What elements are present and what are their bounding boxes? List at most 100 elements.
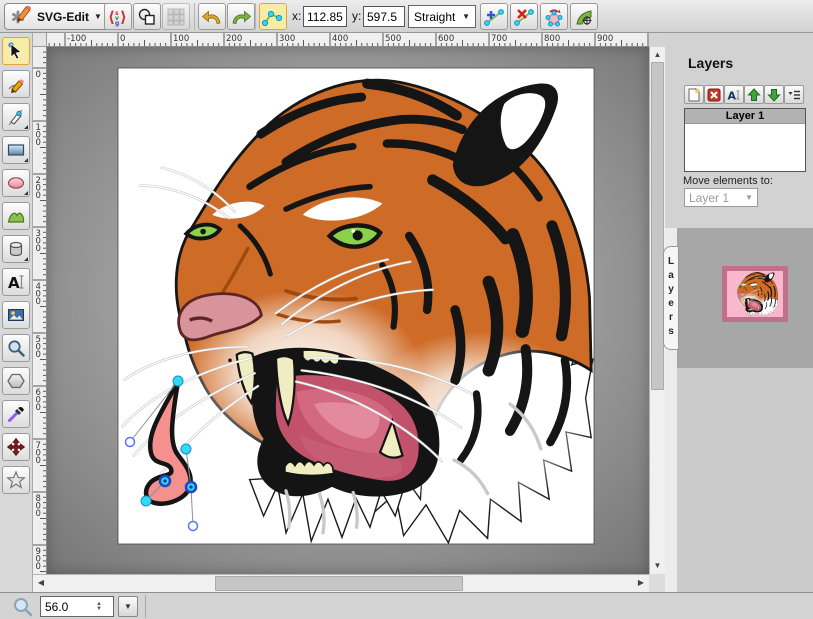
segment-type-select[interactable]: Straight ▼ bbox=[408, 5, 476, 28]
svg-text:700: 700 bbox=[491, 34, 507, 44]
star-tool-button[interactable] bbox=[2, 466, 30, 494]
svg-text:900: 900 bbox=[597, 34, 613, 44]
svg-text:0: 0 bbox=[36, 403, 41, 413]
zoom-presets-button[interactable]: ▼ bbox=[118, 596, 138, 617]
scroll-down-icon[interactable]: ▼ bbox=[650, 558, 665, 574]
bottom-bar-separator bbox=[145, 595, 146, 618]
zoom-icon bbox=[12, 596, 34, 619]
layer-options-button[interactable] bbox=[784, 85, 804, 104]
delete-layer-button[interactable] bbox=[704, 85, 724, 104]
move-layer-down-button[interactable] bbox=[764, 85, 784, 104]
grid-button[interactable] bbox=[162, 3, 190, 30]
shape-library-button[interactable] bbox=[2, 235, 30, 263]
zoom-tool-button[interactable] bbox=[2, 334, 30, 362]
undo-button[interactable] bbox=[198, 3, 226, 30]
image-tool-button[interactable] bbox=[2, 301, 30, 329]
scrollbar-corner bbox=[649, 574, 665, 592]
svg-text:0: 0 bbox=[36, 456, 41, 466]
horizontal-scroll-thumb[interactable] bbox=[215, 576, 463, 591]
layers-panel-title: Layers bbox=[688, 55, 733, 71]
ruler-corner bbox=[33, 33, 47, 47]
svg-text:⟩: ⟩ bbox=[120, 8, 127, 26]
canvas-area: -10001002003004005006007008009001000 010… bbox=[33, 33, 665, 592]
eyedropper-tool-button[interactable] bbox=[2, 400, 30, 428]
svg-text:0: 0 bbox=[36, 244, 41, 254]
svg-text:0: 0 bbox=[36, 138, 41, 148]
edit-node-tool-button[interactable] bbox=[259, 3, 287, 30]
bottom-bar: ▲▼ ▼ bbox=[0, 592, 813, 619]
rename-layer-button[interactable]: A bbox=[724, 85, 744, 104]
rectangle-tool-button[interactable] bbox=[2, 136, 30, 164]
document-thumbnail-image bbox=[727, 271, 783, 317]
segment-type-value: Straight bbox=[414, 10, 455, 24]
line-tool-button[interactable] bbox=[2, 103, 30, 131]
move-elements-label: Move elements to: bbox=[683, 175, 773, 187]
svg-text:100: 100 bbox=[173, 34, 189, 44]
svg-text:0: 0 bbox=[120, 34, 125, 44]
panel-lower-area bbox=[677, 368, 813, 592]
document-thumbnail[interactable] bbox=[722, 266, 788, 322]
add-node-button[interactable] bbox=[480, 3, 508, 30]
svg-text:0: 0 bbox=[36, 509, 41, 519]
svg-text:600: 600 bbox=[438, 34, 454, 44]
top-toolbar: SVG-Edit ▼ ⟨ s v g ⟩ bbox=[0, 0, 813, 33]
svg-text:g: g bbox=[115, 20, 119, 27]
x-coordinate-label: x: bbox=[292, 9, 301, 23]
select-caret-icon: ▼ bbox=[462, 12, 470, 21]
y-coordinate-input[interactable] bbox=[363, 6, 405, 27]
svg-text:500: 500 bbox=[385, 34, 401, 44]
zoom-spinner-icon[interactable]: ▲▼ bbox=[91, 602, 107, 612]
select-tool-button[interactable] bbox=[2, 37, 30, 65]
svg-text:A: A bbox=[728, 89, 737, 102]
layers-side-tab[interactable]: Layers bbox=[663, 246, 679, 350]
menu-caret-icon: ▼ bbox=[94, 12, 102, 21]
scroll-right-icon[interactable]: ▶ bbox=[633, 575, 649, 592]
svg-text:400: 400 bbox=[332, 34, 348, 44]
layers-side-tab-label: Layers bbox=[666, 256, 677, 340]
layer-row-selected[interactable]: Layer 1 bbox=[685, 109, 805, 124]
left-toolbar: A bbox=[0, 33, 33, 592]
svg-text:200: 200 bbox=[226, 34, 242, 44]
layer-list[interactable]: Layer 1 bbox=[684, 108, 806, 172]
svg-text:0: 0 bbox=[36, 562, 41, 572]
close-path-button[interactable] bbox=[540, 3, 568, 30]
ellipse-tool-button[interactable] bbox=[2, 169, 30, 197]
x-coordinate-input[interactable] bbox=[303, 6, 347, 27]
new-layer-button[interactable] bbox=[684, 85, 704, 104]
path-tool-button[interactable] bbox=[2, 202, 30, 230]
svg-text:-100: -100 bbox=[67, 34, 86, 44]
horizontal-ruler: -10001002003004005006007008009001000 bbox=[47, 33, 649, 47]
svg-text:A: A bbox=[8, 274, 20, 292]
redo-button[interactable] bbox=[227, 3, 255, 30]
shapes-button[interactable] bbox=[133, 3, 161, 30]
scroll-left-icon[interactable]: ◀ bbox=[33, 575, 49, 592]
y-coordinate-label: y: bbox=[352, 9, 361, 23]
svg-edit-app: SVG-Edit ▼ ⟨ s v g ⟩ bbox=[0, 0, 813, 619]
select-caret-icon: ▼ bbox=[745, 193, 753, 202]
svg-text:0: 0 bbox=[36, 297, 41, 307]
move-elements-value: Layer 1 bbox=[689, 191, 729, 205]
horizontal-scrollbar[interactable]: ◀ ▶ bbox=[33, 574, 649, 592]
vertical-ruler: 0100200300400500600700800900 bbox=[33, 47, 47, 574]
source-code-button[interactable]: ⟨ s v g ⟩ bbox=[104, 3, 132, 30]
zoom-level-input[interactable] bbox=[41, 600, 91, 614]
move-elements-select[interactable]: Layer 1 ▼ bbox=[684, 188, 758, 207]
canvas-viewport[interactable] bbox=[47, 47, 649, 574]
main-menu-button[interactable]: SVG-Edit ▼ bbox=[4, 3, 110, 30]
delete-node-button[interactable] bbox=[510, 3, 538, 30]
svg-text:0: 0 bbox=[36, 350, 41, 360]
open-path-button[interactable] bbox=[570, 3, 598, 30]
svg-text:800: 800 bbox=[544, 34, 560, 44]
pencil-tool-button[interactable] bbox=[2, 70, 30, 98]
zoom-level-field[interactable]: ▲▼ bbox=[40, 596, 114, 617]
svg-edit-logo-icon bbox=[12, 4, 32, 29]
svg-text:300: 300 bbox=[279, 34, 295, 44]
hexagon-tool-button[interactable] bbox=[2, 367, 30, 395]
layers-panel: Layers A bbox=[665, 33, 813, 592]
text-tool-button[interactable]: A bbox=[2, 268, 30, 296]
svg-text:0: 0 bbox=[36, 191, 41, 201]
app-title: SVG-Edit bbox=[37, 10, 89, 24]
connector-cross-tool-button[interactable] bbox=[2, 433, 30, 461]
scroll-up-icon[interactable]: ▲ bbox=[650, 47, 665, 62]
move-layer-up-button[interactable] bbox=[744, 85, 764, 104]
